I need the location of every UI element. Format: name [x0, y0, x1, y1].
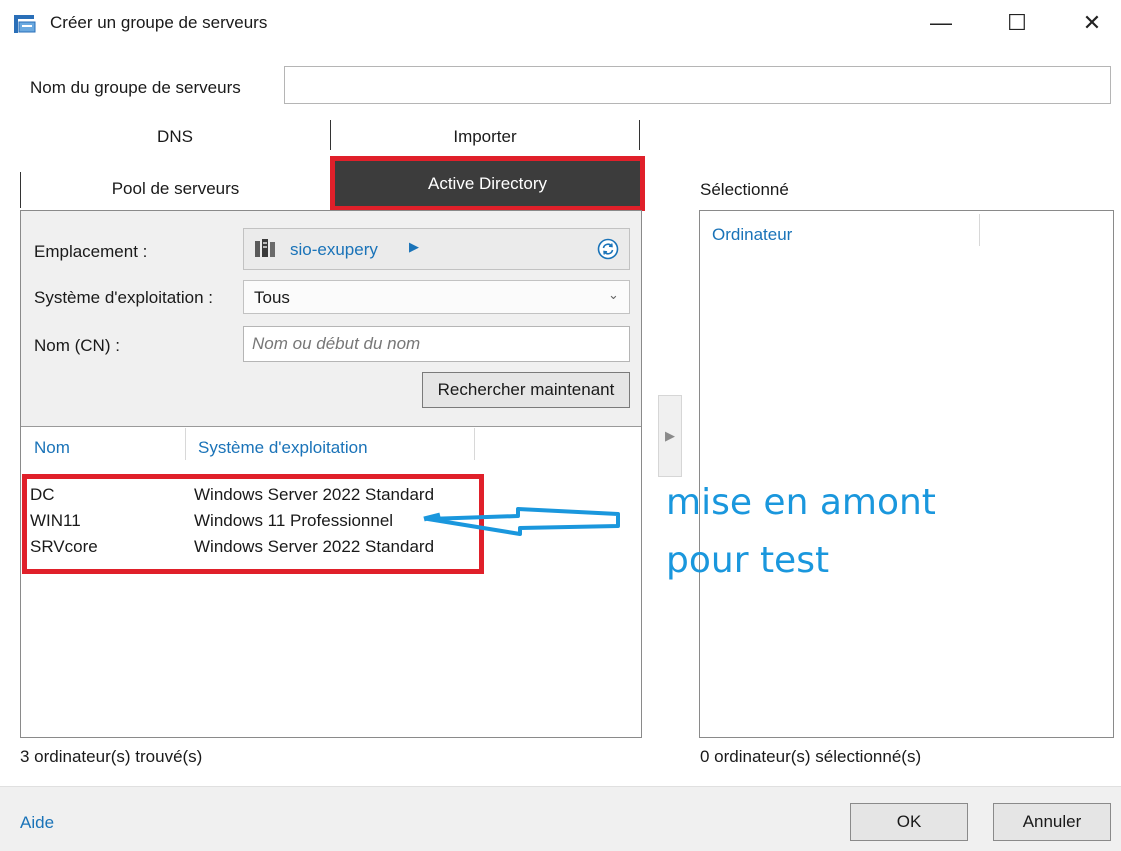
cancel-button[interactable]: Annuler [993, 803, 1111, 841]
os-select[interactable]: Tous ⌄ [243, 280, 630, 314]
location-picker[interactable]: sio-exupery ▶ [243, 228, 630, 270]
window-title: Créer un groupe de serveurs [50, 13, 268, 32]
os-select-value: Tous [254, 288, 290, 307]
cn-label: Nom (CN) : [34, 336, 120, 355]
column-divider[interactable] [185, 428, 186, 460]
search-now-button[interactable]: Rechercher maintenant [422, 372, 630, 408]
highlight-box [22, 474, 484, 574]
group-name-input[interactable] [284, 66, 1111, 104]
tab-import[interactable]: Importer [331, 118, 639, 156]
column-divider[interactable] [979, 214, 980, 246]
ok-button[interactable]: OK [850, 803, 968, 841]
cn-input[interactable]: Nom ou début du nom [243, 326, 630, 362]
annotation-arrow-icon [423, 507, 620, 536]
location-value[interactable]: sio-exupery [290, 240, 378, 260]
chevron-down-icon: ⌄ [608, 287, 619, 302]
help-link[interactable]: Aide [20, 813, 54, 833]
selected-panel [699, 210, 1114, 738]
close-button[interactable]: ✕ [1069, 4, 1115, 42]
maximize-button[interactable]: ☐ [994, 4, 1040, 42]
column-header-os[interactable]: Système d'exploitation [198, 438, 368, 458]
tab-dns[interactable]: DNS [20, 118, 330, 156]
title-bar: Créer un groupe de serveurs — ☐ ✕ [0, 0, 1121, 48]
domain-icon [255, 239, 275, 257]
server-group-icon [14, 15, 36, 33]
annotation-line-1: mise en amont [666, 482, 936, 523]
group-name-label: Nom du groupe de serveurs [30, 78, 241, 97]
column-divider[interactable] [474, 428, 475, 460]
minimize-button[interactable]: — [918, 4, 964, 42]
column-header-computer[interactable]: Ordinateur [712, 225, 792, 245]
tab-divider [639, 120, 640, 150]
location-label: Emplacement : [34, 242, 148, 261]
refresh-icon[interactable] [597, 238, 619, 260]
selected-heading: Sélectionné [700, 180, 789, 199]
add-to-selection-button[interactable]: ▶ [658, 395, 682, 477]
annotation-line-2: pour test [666, 540, 830, 581]
found-count: 3 ordinateur(s) trouvé(s) [20, 747, 203, 766]
tab-server-pool[interactable]: Pool de serveurs [21, 168, 330, 210]
tab-active-directory[interactable]: Active Directory [330, 156, 645, 211]
selected-count: 0 ordinateur(s) sélectionné(s) [700, 747, 922, 766]
os-label: Système d'exploitation : [34, 288, 214, 307]
breadcrumb-arrow-icon[interactable]: ▶ [409, 239, 419, 255]
column-header-name[interactable]: Nom [34, 438, 70, 458]
